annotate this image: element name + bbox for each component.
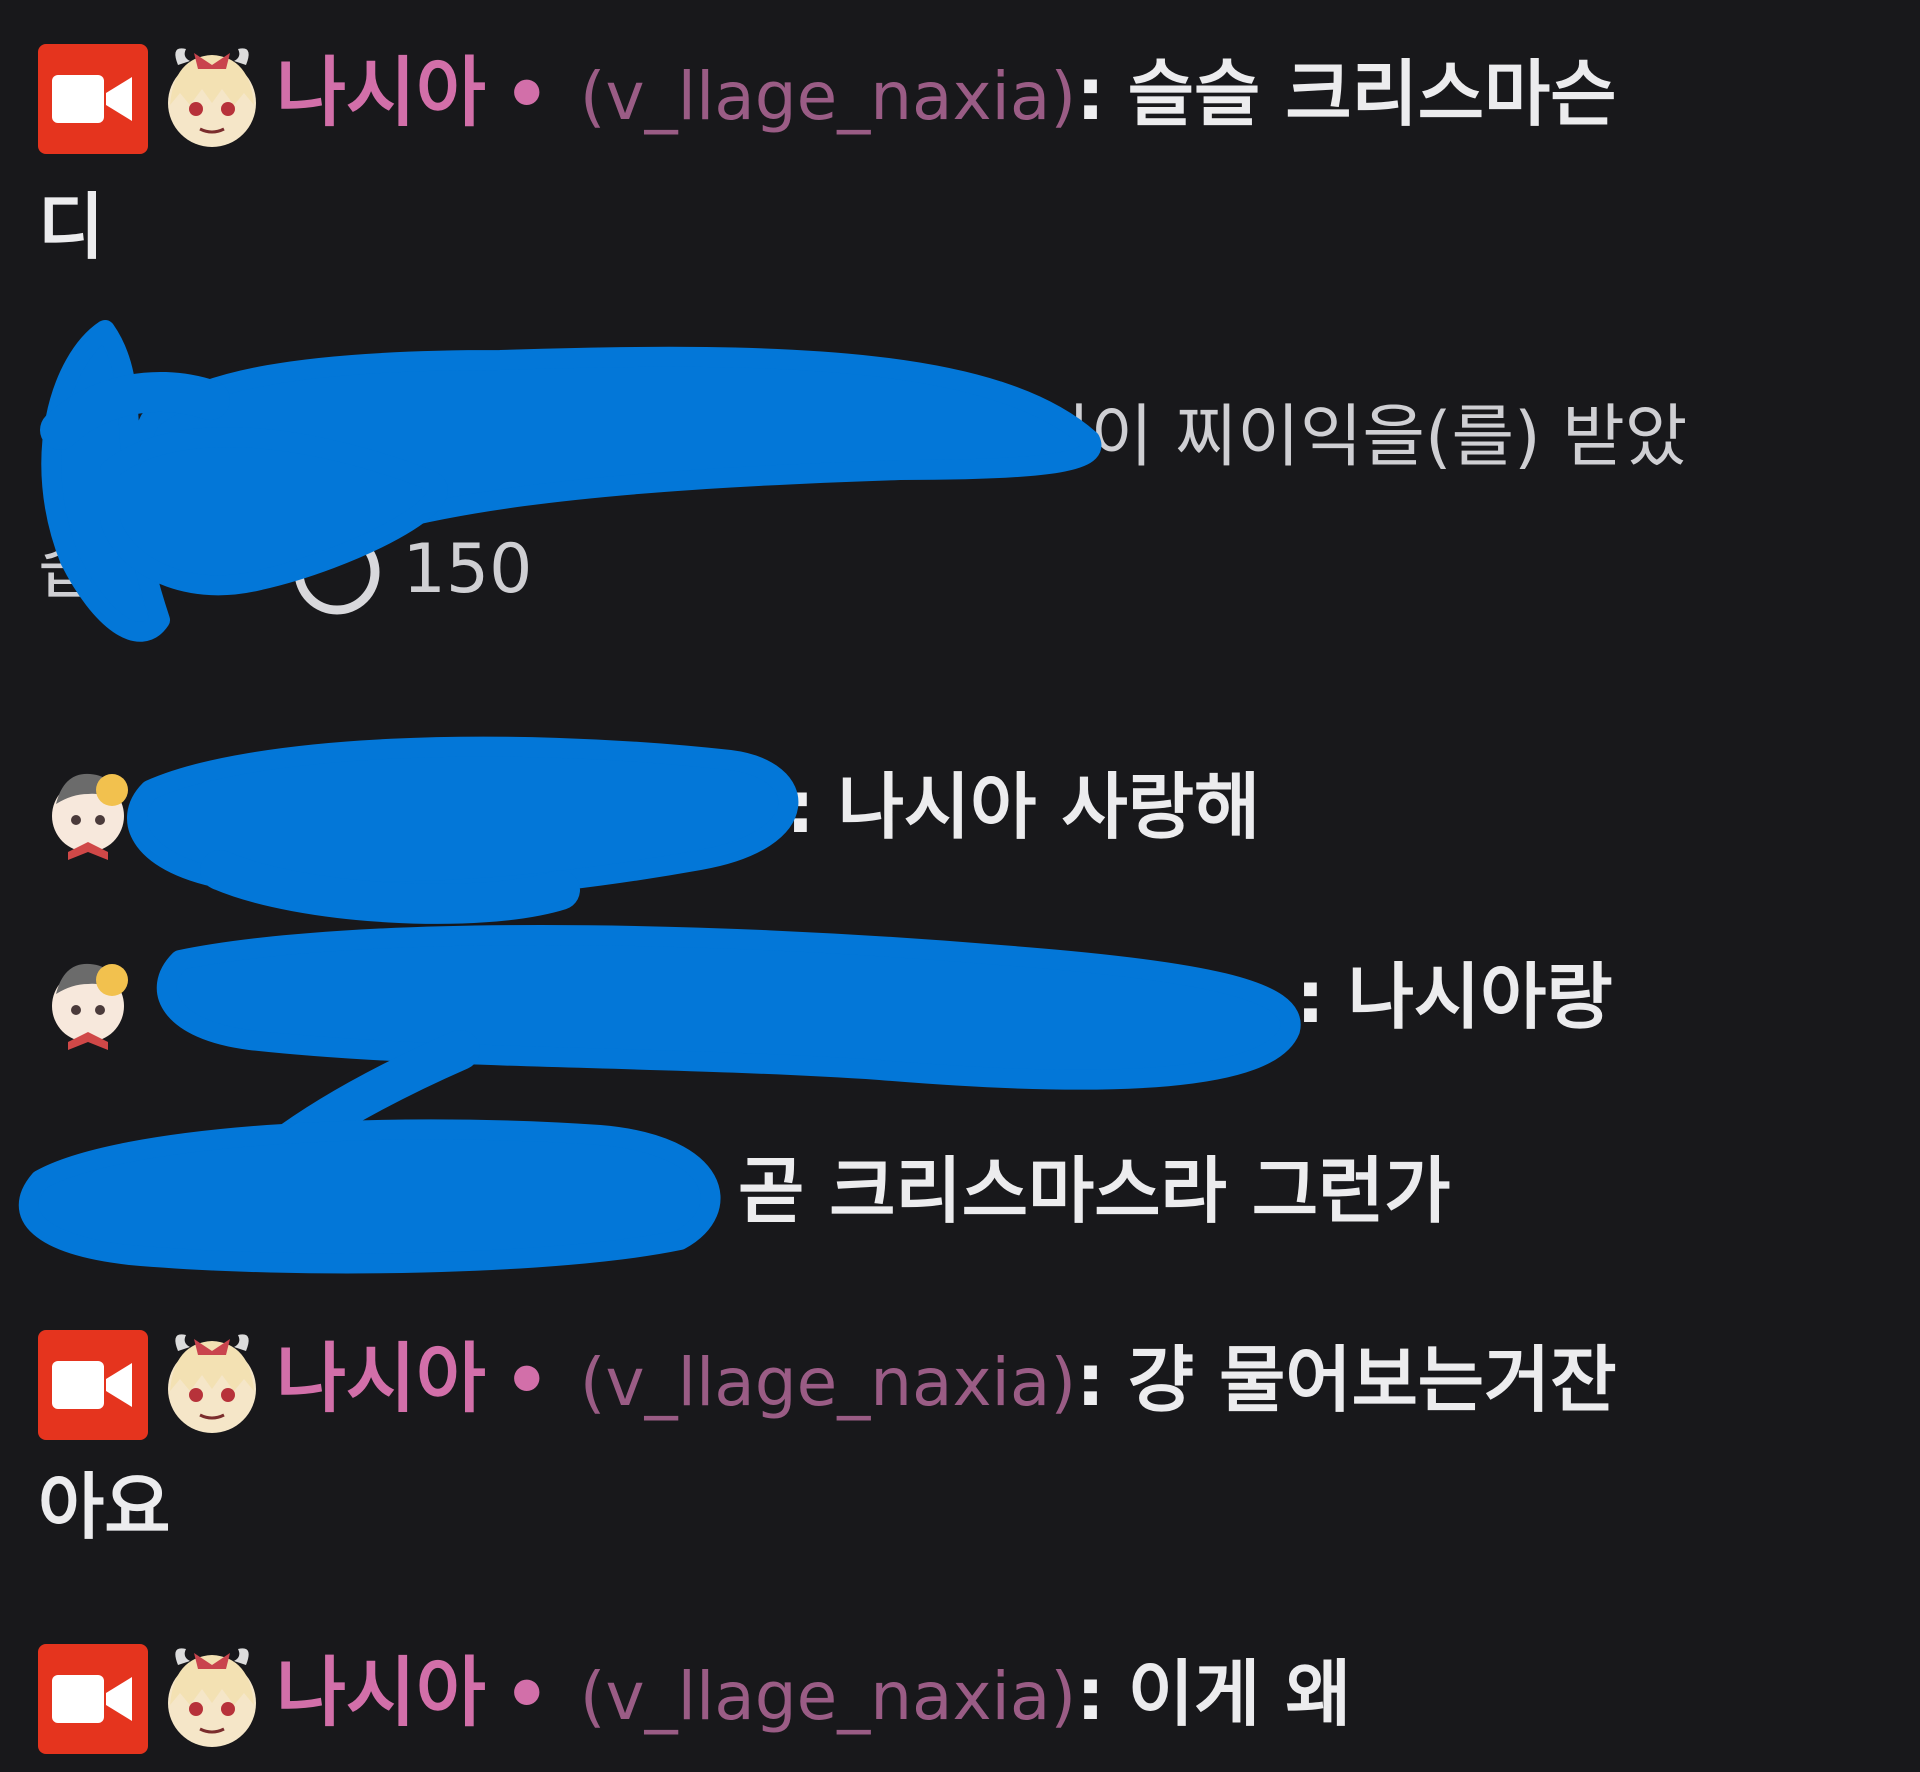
- redaction-scribble: [18, 320, 1301, 1274]
- chat-log: 나시아 • (v_llage_naxia): 슬슬 크리스마슨 디 님이 찌이익을(…: [0, 0, 1920, 1772]
